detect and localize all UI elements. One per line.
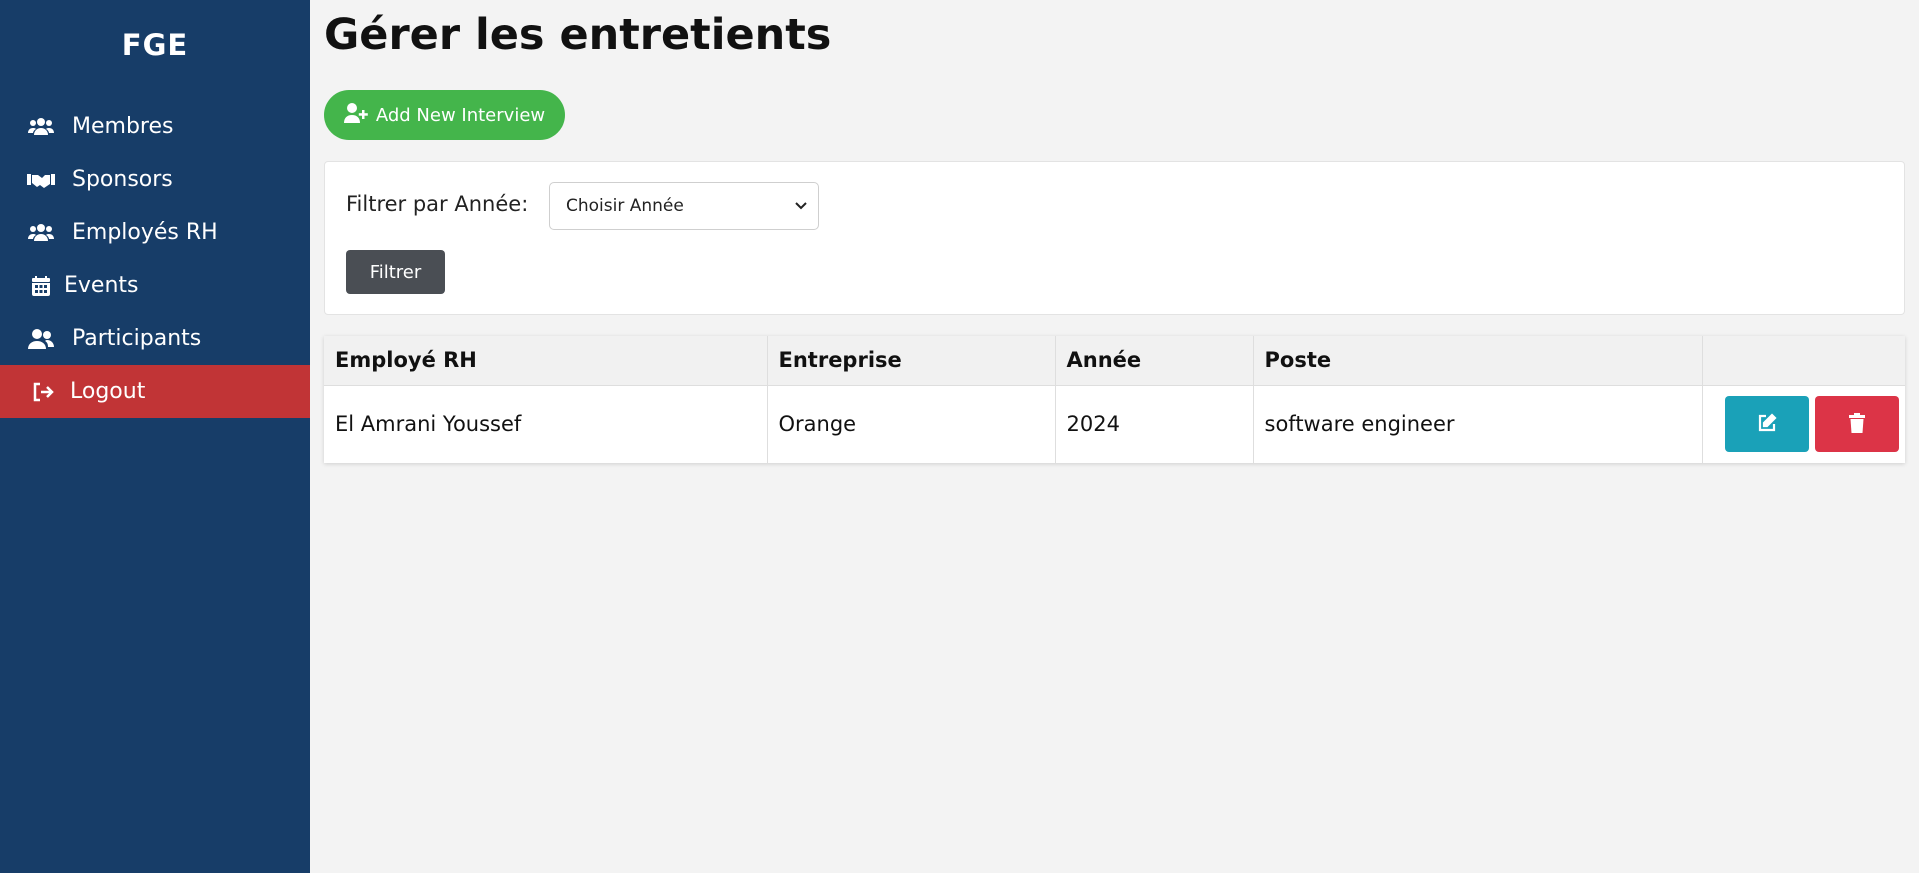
sidebar-item-label: Participants [72, 326, 202, 351]
sidebar: FGE Membres Sponsors Employés RH Events … [0, 0, 310, 873]
year-select-value: Choisir Année [566, 196, 684, 216]
cell-actions [1702, 385, 1905, 463]
chevron-down-icon [794, 198, 808, 218]
sidebar-item-label: Membres [72, 114, 174, 139]
calendar-icon [26, 271, 56, 301]
users-icon [26, 218, 56, 248]
cell-poste: software engineer [1253, 385, 1703, 463]
table-header-row: Employé RH Entreprise Année Poste [324, 336, 1905, 386]
cell-annee: 2024 [1055, 385, 1254, 463]
users-icon [26, 112, 56, 142]
user-plus-icon [343, 102, 370, 128]
page-title: Gérer les entretients [324, 10, 832, 60]
edit-icon [1757, 413, 1777, 436]
user-friends-icon [26, 324, 56, 354]
interviews-table: Employé RH Entreprise Année Poste El Amr… [324, 336, 1905, 463]
handshake-icon [26, 165, 56, 195]
brand-logo: FGE [121, 28, 189, 62]
table-row: El Amrani Youssef Orange 2024 software e… [324, 385, 1905, 463]
sidebar-item-membres[interactable]: Membres [0, 100, 310, 153]
column-header-entreprise: Entreprise [767, 336, 1056, 386]
sidebar-item-logout[interactable]: Logout [0, 365, 310, 418]
sidebar-item-label: Events [64, 273, 139, 298]
column-header-actions [1702, 336, 1905, 386]
column-header-employe: Employé RH [324, 336, 768, 386]
add-interview-button[interactable]: Add New Interview [324, 90, 565, 140]
sign-out-icon [28, 377, 58, 407]
edit-button[interactable] [1724, 396, 1809, 453]
cell-employe: El Amrani Youssef [324, 385, 768, 463]
sidebar-item-label: Sponsors [72, 167, 173, 192]
sidebar-item-label: Logout [70, 379, 146, 404]
add-interview-label: Add New Interview [375, 104, 546, 126]
sidebar-item-participants[interactable]: Participants [0, 312, 310, 365]
sidebar-item-events[interactable]: Events [0, 259, 310, 312]
main-content: Gérer les entretients Add New Interview … [310, 0, 1919, 873]
trash-icon [1848, 412, 1865, 436]
cell-entreprise: Orange [767, 385, 1056, 463]
filter-button[interactable]: Filtrer [346, 250, 445, 294]
sidebar-item-sponsors[interactable]: Sponsors [0, 153, 310, 206]
year-select[interactable]: Choisir Année [549, 182, 819, 230]
sidebar-item-employes-rh[interactable]: Employés RH [0, 206, 310, 259]
sidebar-item-label: Employés RH [72, 220, 218, 245]
column-header-poste: Poste [1253, 336, 1703, 386]
filter-card: Filtrer par Année: Choisir Année Filtrer [324, 161, 1905, 315]
column-header-annee: Année [1055, 336, 1254, 386]
filter-year-label: Filtrer par Année: [346, 192, 529, 216]
delete-button[interactable] [1814, 396, 1899, 453]
